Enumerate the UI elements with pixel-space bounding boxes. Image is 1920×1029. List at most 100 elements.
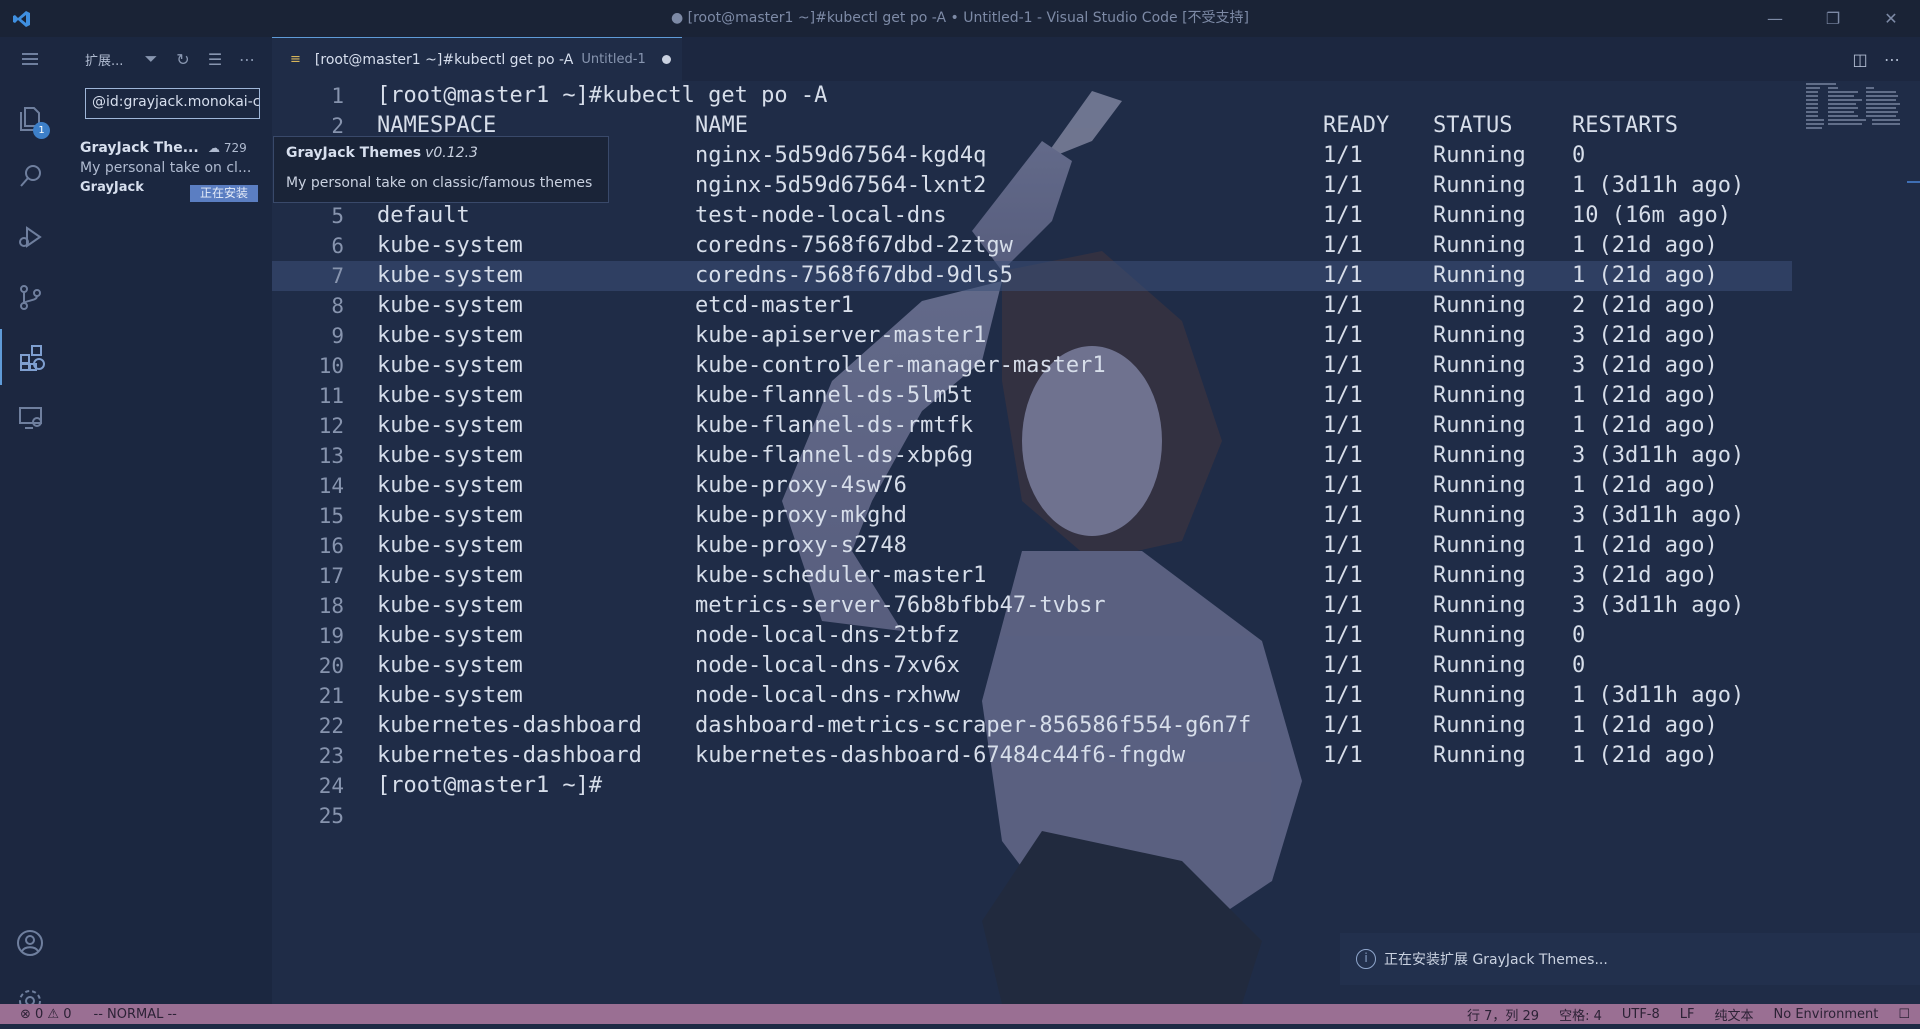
status-bar: ⊗ 0 ⚠ 0 -- NORMAL -- 行 7，列 29 空格: 4 UTF-… — [0, 1004, 1920, 1024]
code-line[interactable]: 19 kube-system node-local-dns-2tbfz 1/1 Runn… — [272, 621, 1792, 651]
line-number: 14 — [318, 474, 344, 498]
download-count: 729 — [223, 141, 247, 155]
column-cell: Running — [1433, 653, 1526, 678]
column-cell: 1/1 — [1323, 353, 1363, 378]
line-number: 11 — [318, 384, 344, 408]
python-environment-status[interactable]: No Environment — [1774, 1007, 1879, 1022]
code-line[interactable]: 15 kube-system kube-proxy-mkghd 1/1 Running 3… — [272, 501, 1792, 531]
problems-status[interactable]: ⊗ 0 ⚠ 0 — [20, 1007, 72, 1022]
code-line[interactable]: 16 kube-system kube-proxy-s2748 1/1 Running 1… — [272, 531, 1792, 561]
title-bar: ● [root@master1 ~]#kubectl get po -A • U… — [0, 0, 1920, 37]
column-cell: Running — [1433, 533, 1526, 558]
extension-list-item[interactable]: GrayJack The... ☁ 729 My personal take o… — [60, 136, 272, 202]
column-cell: metrics-server-76b8bfbb47-tvbsr — [695, 593, 1106, 618]
info-icon: i — [1356, 949, 1376, 969]
run-debug-icon[interactable] — [0, 209, 60, 265]
column-cell: default — [377, 203, 470, 228]
code-line[interactable]: 8 kube-system etcd-master1 1/1 Running 2 (21d… — [272, 291, 1792, 321]
encoding-status[interactable]: UTF-8 — [1622, 1007, 1660, 1022]
line-number: 21 — [318, 684, 344, 708]
code-line[interactable]: 23 kubernetes-dashboard kubernetes-dashboa… — [272, 741, 1792, 771]
menu-icon[interactable] — [0, 37, 60, 81]
language-mode-status[interactable]: 纯文本 — [1715, 1005, 1754, 1024]
feedback-icon[interactable]: ☐ — [1898, 1007, 1910, 1022]
code-line[interactable]: 1 [root@master1 ~]#kubectl get po -A — [272, 81, 1792, 111]
column-cell: 1/1 — [1323, 203, 1363, 228]
code-line[interactable]: 9 kube-system kube-apiserver-master1 1/1 Run… — [272, 321, 1792, 351]
code-line[interactable]: 13 kube-system kube-flannel-ds-xbp6g 1/1 Run… — [272, 441, 1792, 471]
code-line[interactable]: 12 kube-system kube-flannel-ds-rmtfk 1/1 Run… — [272, 411, 1792, 441]
column-cell: 1/1 — [1323, 713, 1363, 738]
restore-button[interactable]: ❐ — [1804, 0, 1862, 37]
filter-icon[interactable]: ⏷ — [135, 49, 167, 69]
remote-explorer-icon[interactable] — [0, 389, 60, 445]
code-line[interactable]: 7 kube-system coredns-7568f67dbd-9dls5 1/1 R… — [272, 261, 1792, 291]
column-cell: 1/1 — [1323, 593, 1363, 618]
minimap[interactable] — [1796, 81, 1920, 1004]
column-cell: kube-system — [377, 263, 523, 288]
activity-bar: 1 — [0, 37, 60, 1012]
line-number: 23 — [318, 744, 344, 768]
vim-mode-status: -- NORMAL -- — [93, 1006, 177, 1022]
editor-tab[interactable]: ≡ [root@master1 ~]#kubectl get po -A Unt… — [272, 37, 682, 81]
column-cell: kube-system — [377, 293, 523, 318]
code-line[interactable]: 5 default test-node-local-dns 1/1 Running 10 … — [272, 201, 1792, 231]
search-icon[interactable] — [0, 149, 60, 205]
column-cell: Running — [1433, 143, 1526, 168]
clear-results-icon[interactable]: ☰ — [199, 50, 231, 69]
code-line[interactable]: 18 kube-system metrics-server-76b8bfbb47-t… — [272, 591, 1792, 621]
code-line[interactable]: 22 kubernetes-dashboard dashboard-metrics-… — [272, 711, 1792, 741]
source-control-icon[interactable] — [0, 269, 60, 325]
column-cell: READY — [1323, 113, 1390, 138]
column-cell: Running — [1433, 383, 1526, 408]
code-line[interactable]: 6 kube-system coredns-7568f67dbd-2ztgw 1/1 R… — [272, 231, 1792, 261]
editor-area[interactable]: 1 [root@master1 ~]#kubectl get po -A 2 NAME… — [272, 81, 1920, 1004]
explorer-icon[interactable]: 1 — [0, 89, 60, 145]
tooltip-version: v0.12.3 — [425, 145, 478, 161]
indentation-status[interactable]: 空格: 4 — [1559, 1005, 1602, 1024]
account-icon[interactable] — [0, 915, 60, 971]
installing-notification[interactable]: i 正在安装扩展 GrayJack Themes... — [1340, 933, 1920, 985]
line-number: 24 — [318, 774, 344, 798]
column-cell: 1 (21d ago) — [1572, 383, 1718, 408]
code-line[interactable]: 24 [root@master1 ~]# — [272, 771, 1792, 801]
column-cell: NAME — [695, 113, 748, 138]
column-cell: kube-system — [377, 623, 523, 648]
column-cell: 1 (3d11h ago) — [1572, 173, 1745, 198]
column-cell: kube-system — [377, 683, 523, 708]
unsaved-dot-icon[interactable] — [661, 55, 671, 64]
column-cell: Running — [1433, 173, 1526, 198]
eol-status[interactable]: LF — [1680, 1007, 1695, 1022]
split-editor-icon[interactable]: ◫ — [1844, 50, 1876, 69]
tab-description: Untitled-1 — [581, 52, 646, 67]
code-line[interactable]: 21 kube-system node-local-dns-rxhww 1/1 Runn… — [272, 681, 1792, 711]
column-cell: 3 (3d11h ago) — [1572, 443, 1745, 468]
column-cell: 1 (3d11h ago) — [1572, 683, 1745, 708]
column-cell: kube-system — [377, 383, 523, 408]
extensions-icon[interactable] — [0, 329, 60, 385]
column-cell: Running — [1433, 263, 1526, 288]
code-line[interactable]: 14 kube-system kube-proxy-4sw76 1/1 Running 1… — [272, 471, 1792, 501]
column-cell: 1/1 — [1323, 413, 1363, 438]
cursor-position-status[interactable]: 行 7，列 29 — [1467, 1005, 1539, 1024]
close-button[interactable]: ✕ — [1862, 0, 1920, 37]
extension-search-input[interactable]: @id:grayjack.monokai-c — [85, 88, 260, 119]
code-line[interactable]: 17 kube-system kube-scheduler-master1 1/1 Ru… — [272, 561, 1792, 591]
line-number: 20 — [318, 654, 344, 678]
column-cell: kube-system — [377, 233, 523, 258]
code-line[interactable]: 10 kube-system kube-controller-manager-mas… — [272, 351, 1792, 381]
code-line[interactable]: 25 — [272, 801, 1792, 831]
installing-button[interactable]: 正在安装 — [190, 185, 258, 202]
editor-more-actions-icon[interactable]: ⋯ — [1876, 50, 1908, 69]
more-actions-icon[interactable]: ⋯ — [231, 50, 263, 69]
code-line[interactable]: 20 kube-system node-local-dns-7xv6x 1/1 Runn… — [272, 651, 1792, 681]
refresh-icon[interactable]: ↻ — [167, 50, 199, 69]
column-cell: test-node-local-dns — [695, 203, 947, 228]
minimize-button[interactable]: — — [1746, 0, 1804, 37]
code-line[interactable]: 11 kube-system kube-flannel-ds-5lm5t 1/1 Run… — [272, 381, 1792, 411]
column-cell: Running — [1433, 293, 1526, 318]
column-cell: 1/1 — [1323, 263, 1363, 288]
column-cell: 1 (21d ago) — [1572, 413, 1718, 438]
column-cell: 3 (3d11h ago) — [1572, 503, 1745, 528]
column-cell: 3 (21d ago) — [1572, 563, 1718, 588]
